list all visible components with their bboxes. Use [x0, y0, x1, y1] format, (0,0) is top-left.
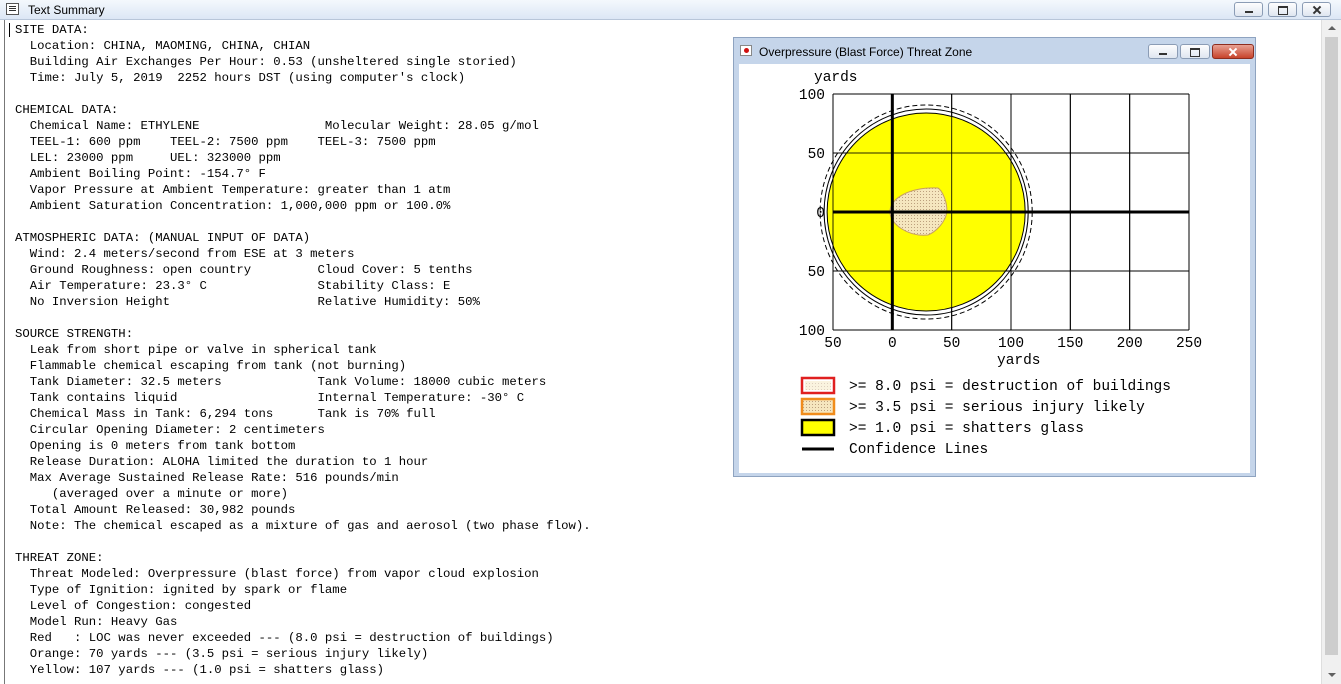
main-titlebar[interactable]: Text Summary — [0, 0, 1341, 20]
threat-zone-title: Overpressure (Blast Force) Threat Zone — [759, 45, 973, 59]
text-summary-icon — [6, 3, 19, 15]
legend-label: Confidence Lines — [849, 442, 988, 458]
y-unit-label: yards — [814, 70, 858, 86]
legend-swatch — [800, 397, 836, 416]
threat-zone-titlebar[interactable]: Overpressure (Blast Force) Threat Zone — [734, 38, 1255, 65]
x-tick-label: 200 — [1117, 336, 1143, 352]
threat-minimize-button[interactable] — [1148, 44, 1178, 59]
x-tick-label: 100 — [998, 336, 1024, 352]
legend-swatch — [800, 418, 836, 437]
text-caret — [9, 23, 10, 37]
minimize-button[interactable] — [1234, 2, 1263, 17]
window-title: Text Summary — [28, 3, 105, 17]
y-tick-label: 0 — [816, 206, 825, 222]
x-unit-label: yards — [997, 353, 1041, 369]
threat-close-button[interactable] — [1212, 44, 1254, 59]
close-button[interactable] — [1302, 2, 1331, 17]
x-tick-label: 50 — [943, 336, 960, 352]
y-tick-label: 50 — [808, 147, 825, 163]
x-tick-label: 0 — [888, 336, 897, 352]
y-tick-labels: 100 50 0 50 100 — [799, 88, 825, 340]
maximize-button[interactable] — [1268, 2, 1297, 17]
threat-zone-icon — [740, 45, 752, 56]
maximize-icon — [1269, 3, 1296, 16]
legend-swatch-fill — [805, 381, 831, 390]
threat-zone-plot: yards 10050050100 50 0 50 100 150 200 250 yard… — [799, 70, 1202, 458]
y-tick-label: 100 — [799, 88, 825, 104]
scroll-thumb[interactable] — [1325, 37, 1338, 655]
minimize-icon — [1235, 3, 1262, 16]
threat-zone-window[interactable]: Overpressure (Blast Force) Threat Zone y… — [733, 37, 1256, 477]
legend-label: >= 3.5 psi = serious injury likely — [849, 400, 1145, 416]
threat-zone-canvas: yards 100 50 0 50 100 50 0 50 100 150 200 250 yard… — [739, 64, 1250, 473]
scroll-down-arrow[interactable] — [1322, 667, 1341, 684]
x-tick-label: 50 — [824, 336, 841, 352]
y-tick-label: 100 — [799, 324, 825, 340]
maximize-icon — [1181, 45, 1209, 58]
legend: >= 8.0 psi = destruction of buildings >= … — [800, 376, 1171, 458]
vertical-scrollbar[interactable] — [1321, 20, 1341, 684]
close-icon — [1213, 45, 1253, 58]
legend-label: >= 1.0 psi = shatters glass — [849, 421, 1084, 437]
plot-area — [819, 93, 1190, 331]
scroll-up-arrow[interactable] — [1322, 20, 1341, 37]
close-icon — [1303, 3, 1330, 16]
y-tick-label: 50 — [808, 265, 825, 281]
legend-label: >= 8.0 psi = destruction of buildings — [849, 379, 1171, 395]
x-tick-labels: 50 0 50 100 150 200 250 — [824, 336, 1202, 352]
minimize-icon — [1149, 45, 1177, 58]
x-tick-label: 150 — [1057, 336, 1083, 352]
x-tick-label: 250 — [1176, 336, 1202, 352]
threat-maximize-button[interactable] — [1180, 44, 1210, 59]
